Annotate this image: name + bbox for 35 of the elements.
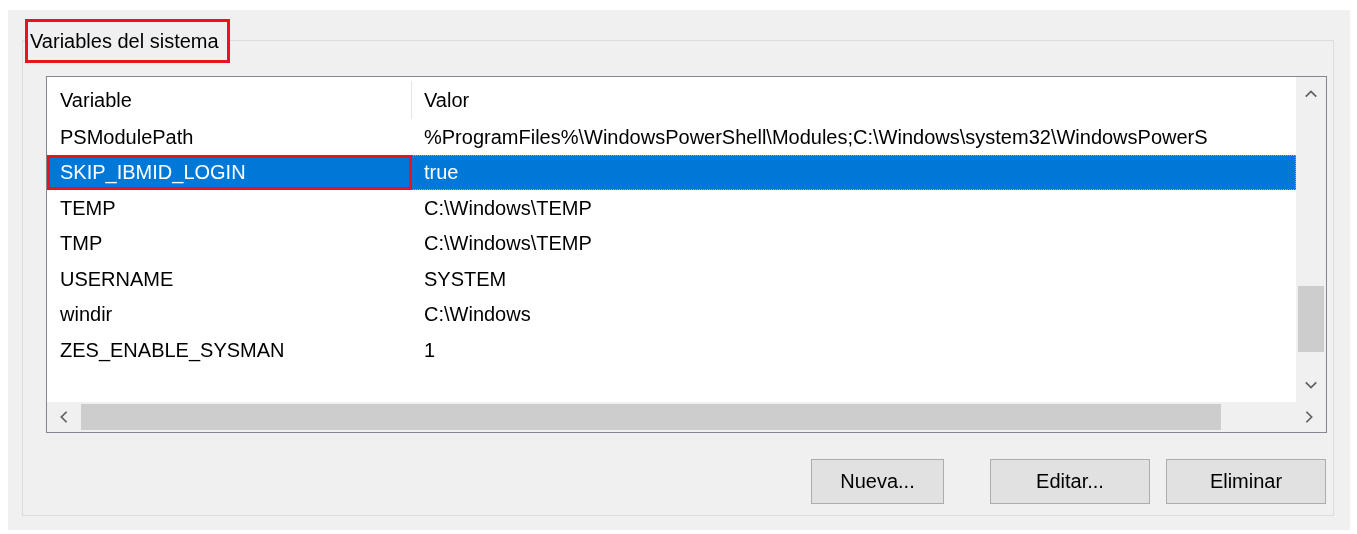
scrollbar-thumb[interactable] <box>1298 286 1324 352</box>
table-cell: windir <box>60 302 113 327</box>
column-header[interactable]: Valor <box>412 81 1296 119</box>
table-cell: C:\Windows\TEMP <box>424 195 592 220</box>
table-cell: %ProgramFiles%\WindowsPowerShell\Modules;C:\Windows\system32\WindowsPowerS <box>424 124 1208 149</box>
scroll-up-icon[interactable] <box>1304 89 1318 99</box>
scroll-right-icon[interactable] <box>1304 410 1314 424</box>
horizontal-scrollbar[interactable] <box>47 402 1326 432</box>
table-row[interactable]: PSModulePath %ProgramFiles%\WindowsPowerShell\Modules;C:\Windows\system32\WindowsPowerS <box>47 119 1296 155</box>
table-row[interactable]: ZES_ENABLE_SYSMAN 1 <box>47 332 1296 368</box>
table-cell: USERNAME <box>60 266 174 291</box>
scroll-down-icon[interactable] <box>1304 380 1318 390</box>
column-header[interactable]: Variable <box>47 81 412 119</box>
table-cell: C:\Windows <box>424 302 531 327</box>
scroll-left-icon[interactable] <box>59 410 69 424</box>
table-row[interactable]: USERNAME SYSTEM <box>47 261 1296 297</box>
table-cell: C:\Windows\TEMP <box>424 231 592 256</box>
dialog-button[interactable]: Eliminar <box>1166 459 1326 504</box>
table-cell: TMP <box>60 231 103 256</box>
table-cell: true <box>424 160 459 185</box>
table-cell: SYSTEM <box>424 266 507 291</box>
table-cell: TEMP <box>60 195 116 220</box>
table-row[interactable]: TMP C:\Windows\TEMP <box>47 225 1296 261</box>
table-row[interactable]: windir C:\Windows <box>47 296 1296 332</box>
table-cell: 1 <box>424 337 436 362</box>
group-title: Variables del sistema <box>25 19 230 63</box>
table-row[interactable]: TEMP C:\Windows\TEMP <box>47 190 1296 226</box>
table-cell: SKIP_IBMID_LOGIN <box>60 160 246 185</box>
scrollbar-thumb[interactable] <box>81 404 1221 430</box>
table-cell: PSModulePath <box>60 124 194 149</box>
dialog-button[interactable]: Editar... <box>990 459 1150 504</box>
table-cell: ZES_ENABLE_SYSMAN <box>60 337 285 362</box>
dialog-button[interactable]: Nueva... <box>811 459 944 504</box>
vertical-scrollbar[interactable] <box>1296 77 1326 402</box>
table-row[interactable]: SKIP_IBMID_LOGIN true <box>47 154 1296 190</box>
